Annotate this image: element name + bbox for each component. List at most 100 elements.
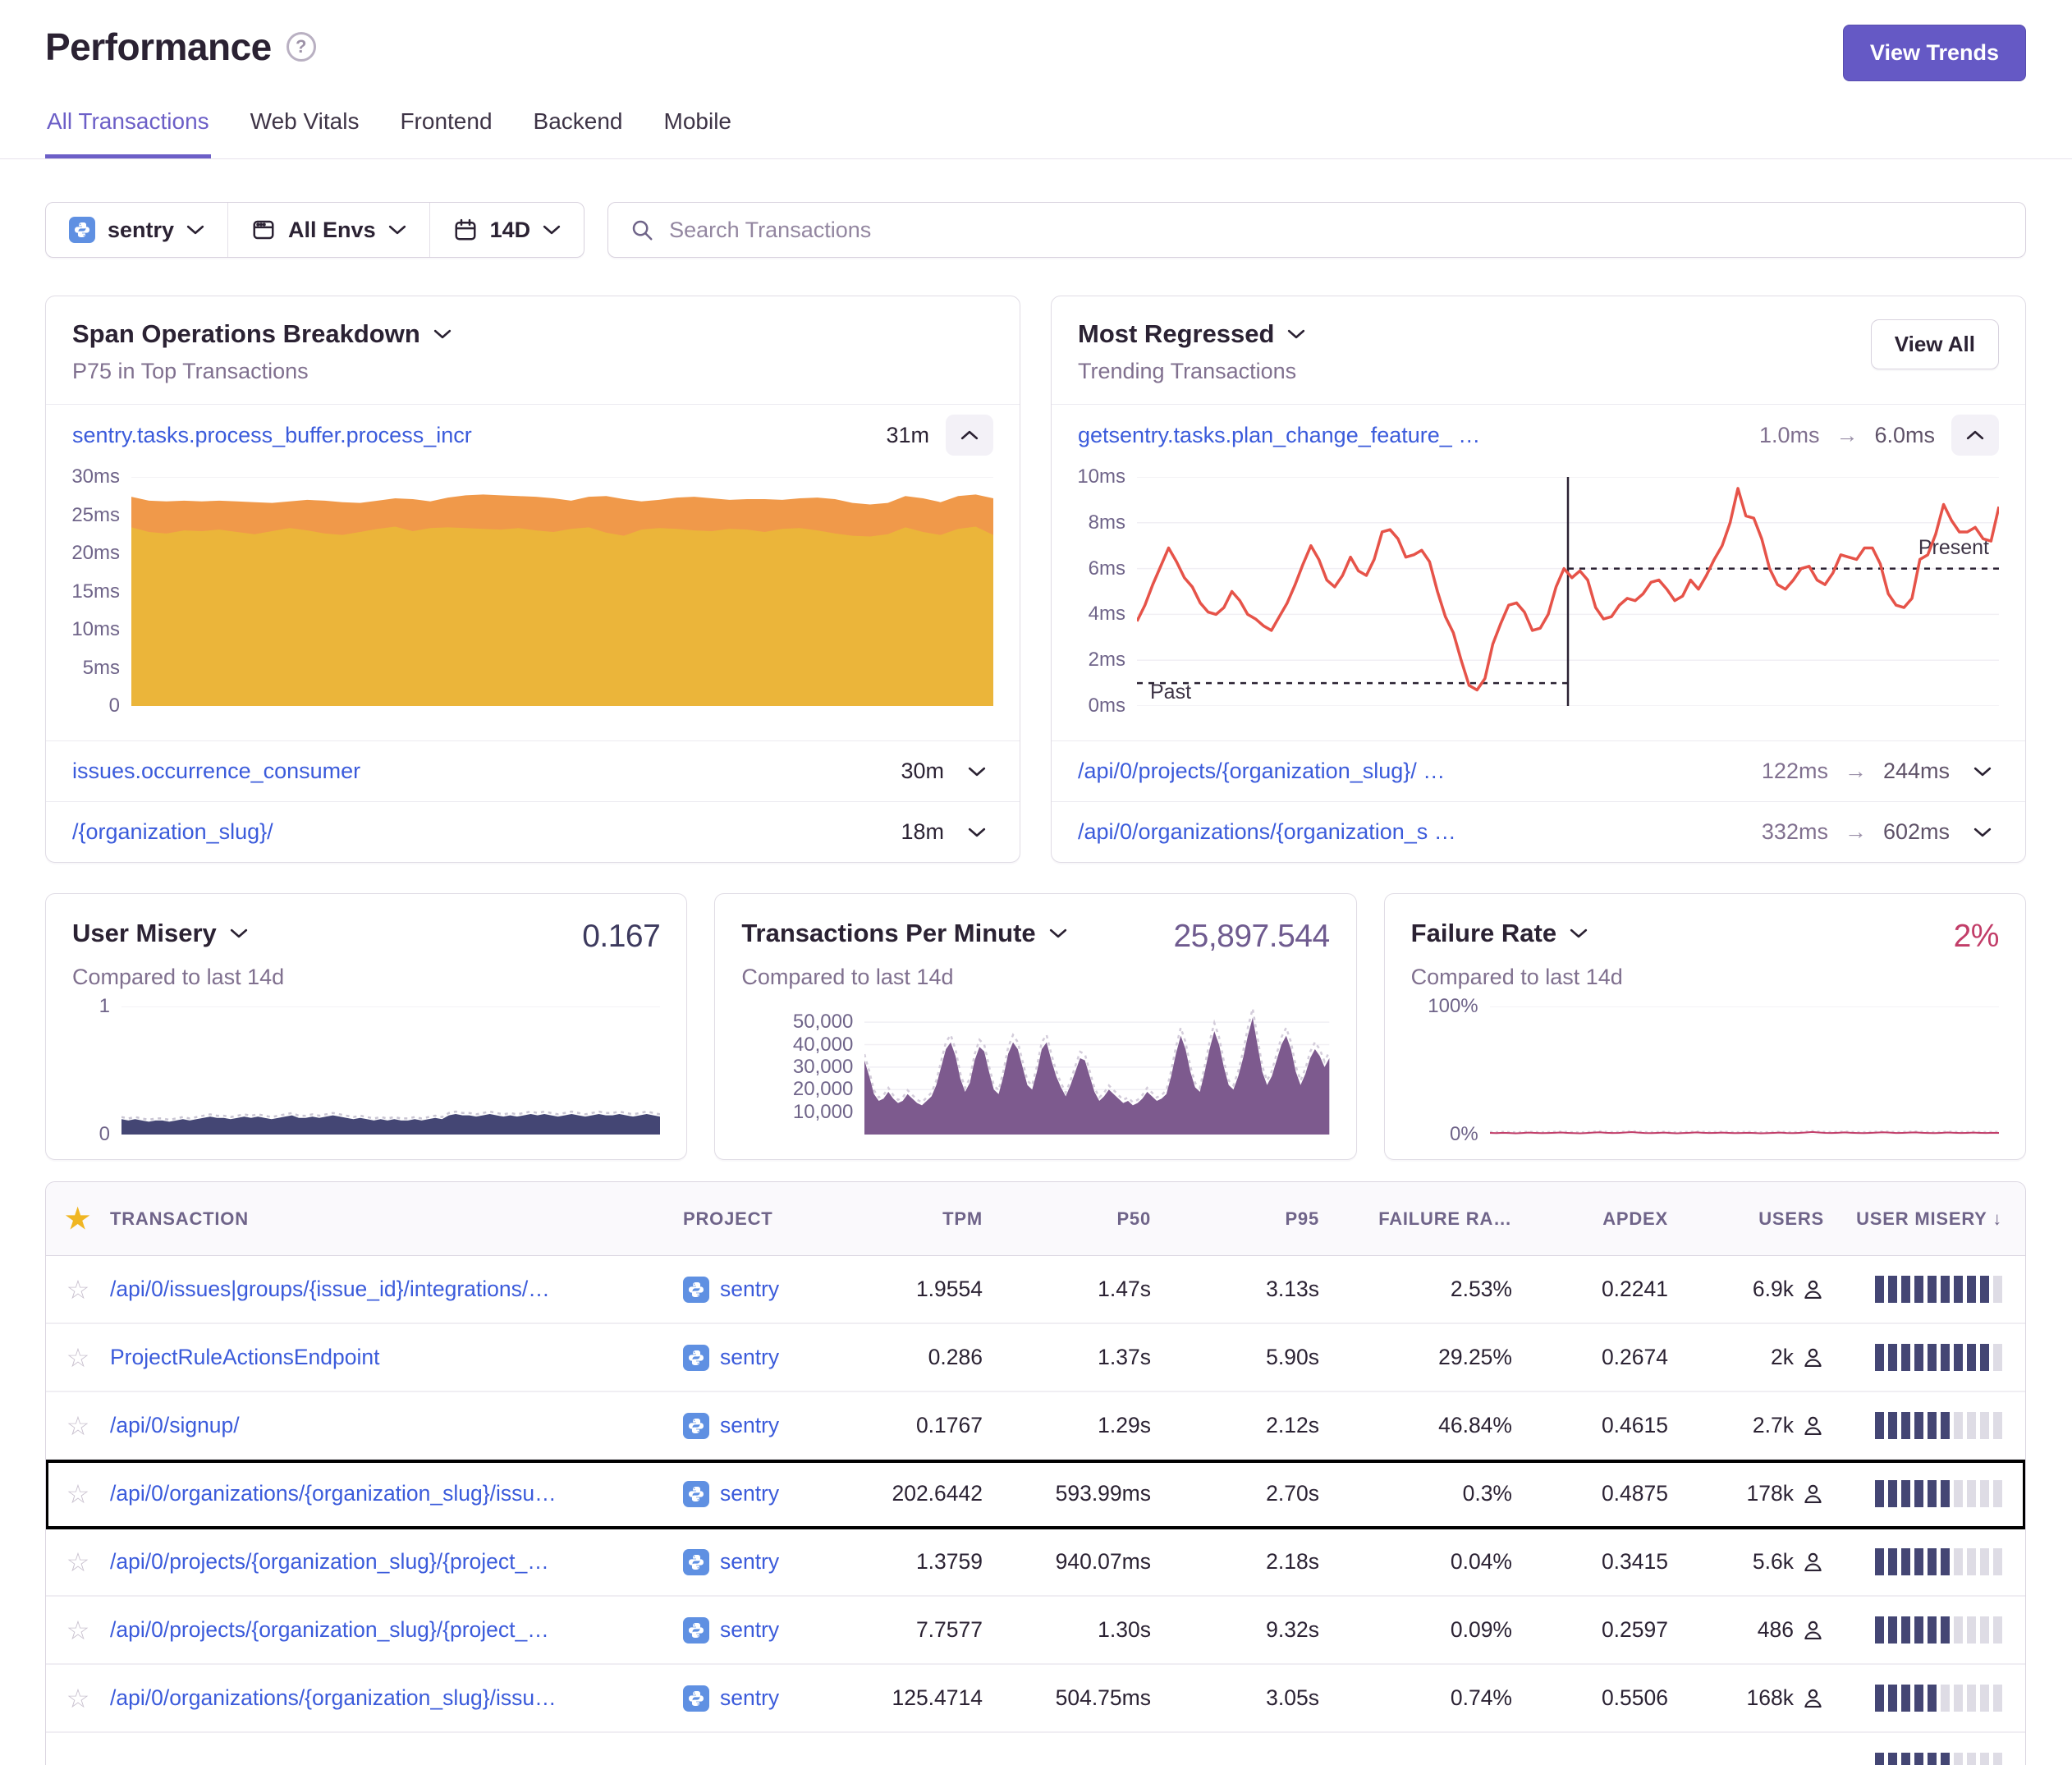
column-project[interactable]: PROJECT — [683, 1208, 843, 1230]
project-filter[interactable]: sentry — [46, 203, 227, 257]
date-range-filter[interactable]: 14D — [429, 203, 584, 257]
project-link[interactable]: sentry — [720, 1345, 779, 1370]
users-count: 5.6k — [1753, 1549, 1794, 1575]
misery-bar — [1875, 1685, 1884, 1712]
expand-button[interactable] — [1966, 766, 1999, 777]
python-project-icon — [683, 1481, 709, 1507]
misery-bar — [1967, 1412, 1976, 1439]
project-cell[interactable]: sentry — [683, 1345, 843, 1371]
transaction-link[interactable]: ProjectRuleActionsEndpoint — [110, 1345, 683, 1370]
tab-web-vitals[interactable]: Web Vitals — [249, 99, 361, 158]
regressed-link[interactable]: /api/0/projects/{organization_slug}/ … — [1078, 759, 1745, 784]
most-regressed-subtitle: Trending Transactions — [1078, 359, 1305, 384]
project-link[interactable]: sentry — [720, 1481, 779, 1506]
user-misery-bars — [1824, 1480, 2025, 1507]
expand-button[interactable] — [960, 827, 993, 838]
collapse-button[interactable] — [1951, 415, 1999, 456]
span-op-link[interactable]: sentry.tasks.process_buffer.process_incr — [72, 423, 869, 448]
project-cell[interactable]: sentry — [683, 1685, 843, 1712]
star-icon[interactable]: ☆ — [46, 1683, 110, 1714]
column-tpm[interactable]: TPM — [843, 1208, 983, 1230]
misery-bar — [1941, 1344, 1950, 1371]
tpm-title-dropdown[interactable]: Transactions Per Minute — [741, 919, 1066, 948]
project-link[interactable]: sentry — [720, 1277, 779, 1302]
apdex-value: 0.5506 — [1512, 1685, 1668, 1711]
column-transaction[interactable]: TRANSACTION — [110, 1208, 683, 1230]
expand-button[interactable] — [960, 766, 993, 777]
tpm-value: 1.3759 — [843, 1549, 983, 1575]
transaction-link[interactable]: /api/0/projects/{organization_slug}/{pro… — [110, 1549, 683, 1575]
search-box[interactable] — [607, 202, 2026, 258]
most-regressed-title-dropdown[interactable]: Most Regressed — [1078, 319, 1305, 349]
regressed-link[interactable]: /api/0/organizations/{organization_s … — [1078, 819, 1745, 845]
card-subtitle: Compared to last 14d — [741, 965, 1329, 990]
collapse-button[interactable] — [946, 415, 993, 456]
misery-bar — [1954, 1616, 1963, 1644]
transaction-link[interactable]: /api/0/organizations/{organization_slug}… — [110, 1481, 683, 1506]
star-icon[interactable]: ☆ — [46, 1478, 110, 1510]
project-link[interactable]: sentry — [720, 1549, 779, 1575]
view-trends-button[interactable]: View Trends — [1843, 25, 2026, 81]
misery-bar — [1967, 1480, 1976, 1507]
project-cell[interactable]: sentry — [683, 1549, 843, 1575]
star-icon[interactable]: ☆ — [46, 1274, 110, 1305]
tab-all-transactions[interactable]: All Transactions — [45, 99, 211, 158]
apdex-value: 0.4875 — [1512, 1481, 1668, 1506]
view-all-button[interactable]: View All — [1871, 319, 1999, 369]
project-cell[interactable]: sentry — [683, 1277, 843, 1303]
transaction-link[interactable]: /api/0/projects/{organization_slug}/{pro… — [110, 1617, 683, 1643]
column-users[interactable]: USERS — [1668, 1208, 1824, 1230]
table-row: ☆/api/0/organizations/{organization_slug… — [46, 1460, 2025, 1529]
star-icon[interactable]: ☆ — [46, 1410, 110, 1442]
misery-bar — [1928, 1412, 1937, 1439]
span-ops-chart: 30ms25ms20ms15ms10ms5ms0 — [46, 465, 1020, 740]
failure-rate-title-dropdown[interactable]: Failure Rate — [1411, 919, 1588, 948]
transaction-link[interactable]: /api/0/organizations/{organization_slug}… — [110, 1685, 683, 1711]
regressed-link[interactable]: getsentry.tasks.plan_change_feature_ … — [1078, 423, 1743, 448]
project-link[interactable]: sentry — [720, 1617, 779, 1643]
transaction-link[interactable]: /api/0/issues|groups/{issue_id}/integrat… — [110, 1277, 683, 1302]
chevron-down-icon — [1973, 827, 1992, 838]
misery-bar — [1888, 1616, 1897, 1644]
column-p95[interactable]: P95 — [1151, 1208, 1319, 1230]
project-cell[interactable]: sentry — [683, 1413, 843, 1439]
project-cell[interactable]: sentry — [683, 1617, 843, 1644]
column-user-misery[interactable]: USER MISERY ↓ — [1824, 1208, 2025, 1230]
column-failure-rate[interactable]: FAILURE RA… — [1319, 1208, 1512, 1230]
card-value: 25,897.544 — [1173, 919, 1329, 955]
misery-bar — [1980, 1480, 1989, 1507]
search-icon — [630, 218, 654, 242]
tab-backend[interactable]: Backend — [532, 99, 625, 158]
project-cell[interactable]: sentry — [683, 1481, 843, 1507]
apdex-value: 0.2597 — [1512, 1617, 1668, 1643]
transaction-link[interactable]: /api/0/signup/ — [110, 1413, 683, 1438]
failure-rate-value: 2.53% — [1319, 1277, 1512, 1302]
y-axis-tick: 30ms — [71, 465, 120, 488]
p50-value: 1.47s — [983, 1277, 1151, 1302]
expand-button[interactable] — [1966, 827, 1999, 838]
help-icon[interactable]: ? — [287, 32, 316, 62]
span-op-link[interactable]: issues.occurrence_consumer — [72, 759, 884, 784]
environment-filter[interactable]: All Envs — [227, 203, 429, 257]
star-icon[interactable]: ☆ — [46, 1615, 110, 1646]
misery-bar — [1928, 1685, 1937, 1712]
misery-bar — [1941, 1616, 1950, 1644]
column-p50[interactable]: P50 — [983, 1208, 1151, 1230]
search-input[interactable] — [669, 218, 2004, 243]
user-misery-title-dropdown[interactable]: User Misery — [72, 919, 248, 948]
y-axis-tick: 5ms — [83, 657, 120, 680]
tab-mobile[interactable]: Mobile — [662, 99, 733, 158]
misery-bar — [1967, 1753, 1976, 1765]
user-misery-bars — [1824, 1344, 2025, 1371]
project-link[interactable]: sentry — [720, 1413, 779, 1438]
span-ops-title-dropdown[interactable]: Span Operations Breakdown — [72, 319, 452, 349]
arrow-right-icon: → — [1845, 819, 1867, 845]
project-link[interactable]: sentry — [720, 1685, 779, 1711]
star-icon[interactable]: ☆ — [46, 1547, 110, 1578]
star-icon[interactable]: ☆ — [46, 1342, 110, 1373]
star-icon[interactable]: ★ — [46, 1203, 110, 1236]
misery-bar — [1954, 1685, 1963, 1712]
column-apdex[interactable]: APDEX — [1512, 1208, 1668, 1230]
tab-frontend[interactable]: Frontend — [398, 99, 493, 158]
span-op-link[interactable]: /{organization_slug}/ — [72, 819, 884, 845]
